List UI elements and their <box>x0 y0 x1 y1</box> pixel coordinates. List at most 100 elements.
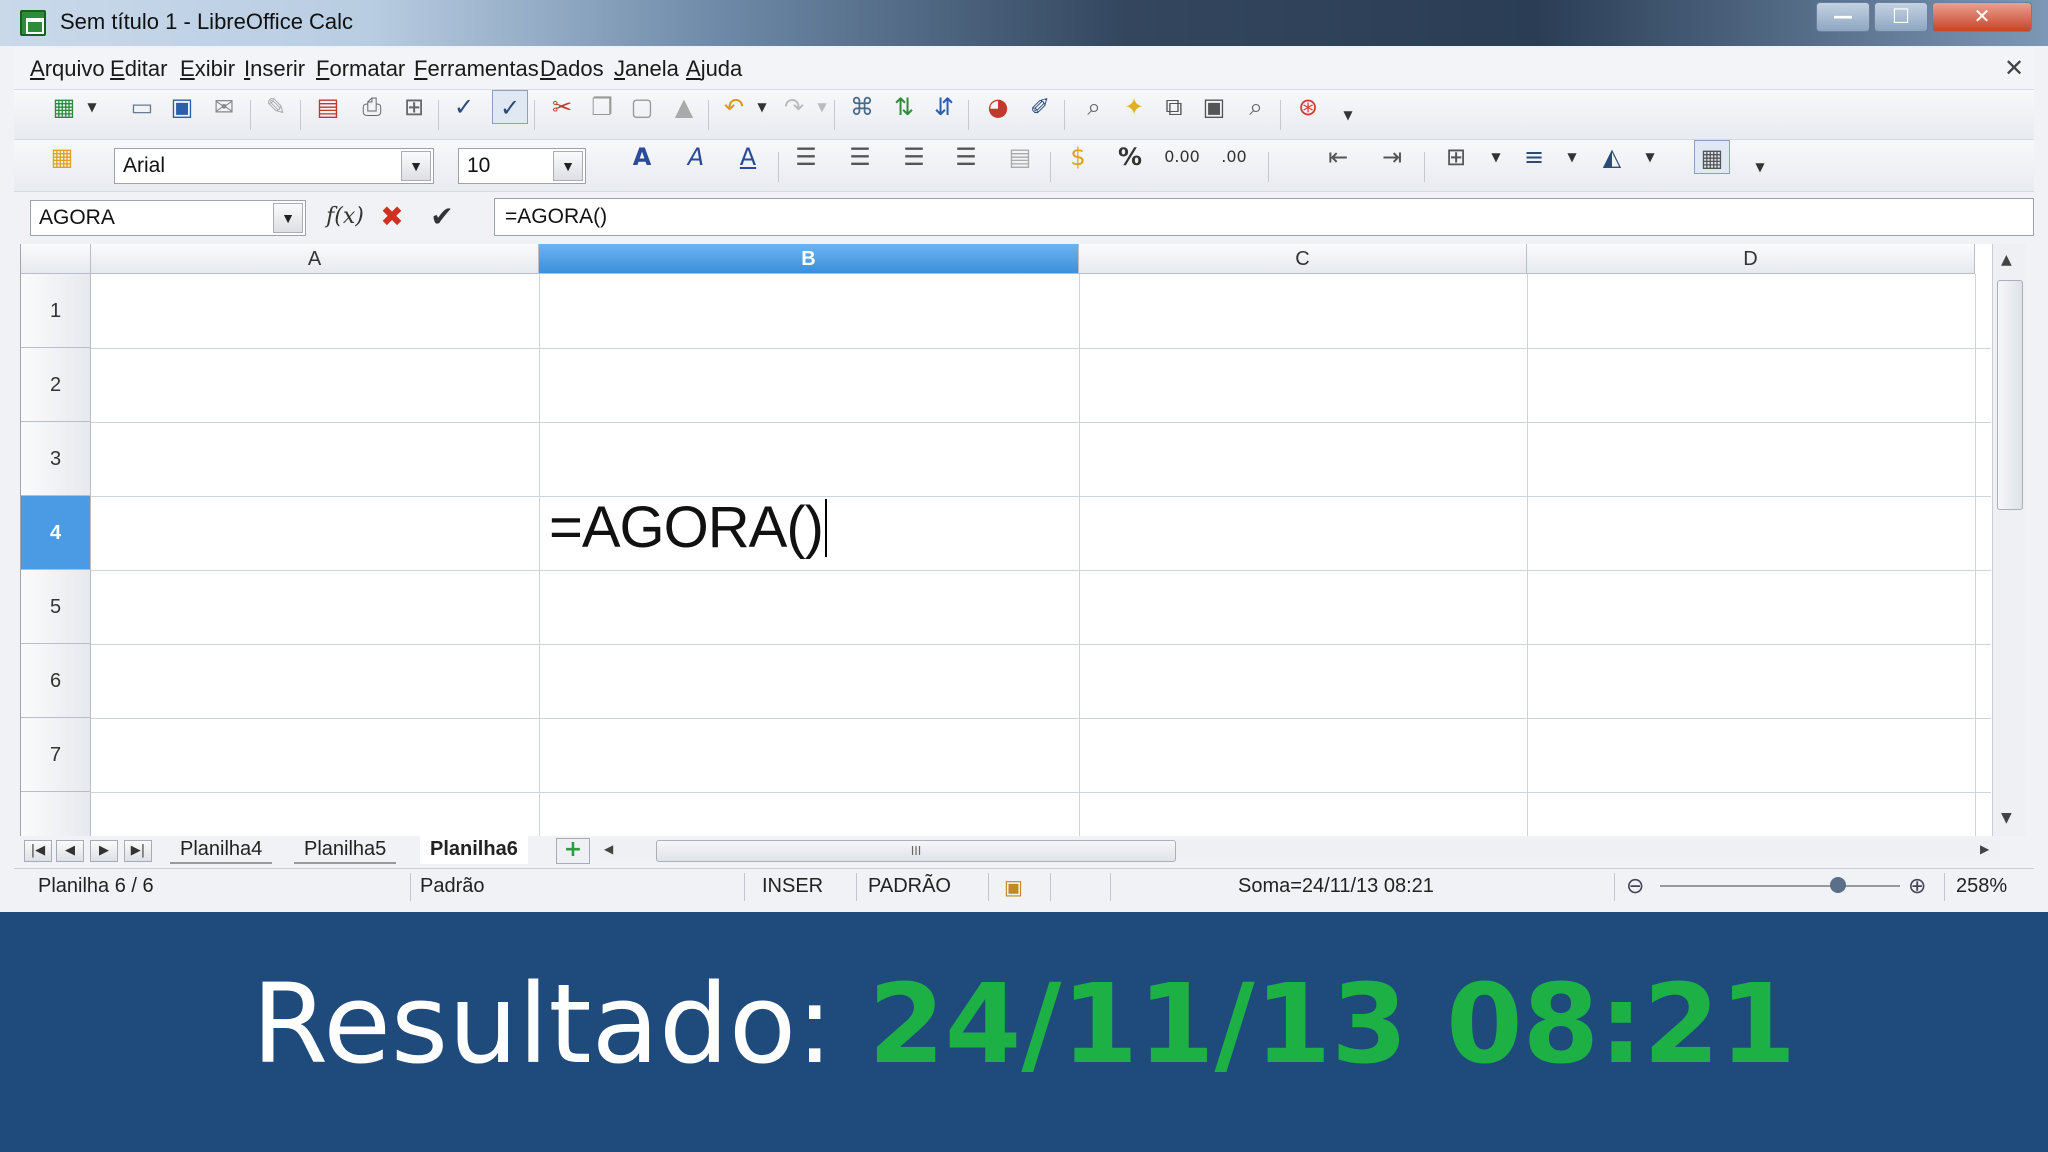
row-header-1[interactable]: 1 <box>21 274 91 348</box>
cut-icon[interactable]: ✂ <box>544 90 580 124</box>
sort-descending-icon[interactable]: ⇵ <box>926 90 962 124</box>
align-center-icon[interactable]: ☰ <box>842 140 878 174</box>
increase-indent-icon[interactable]: ⇥ <box>1374 140 1410 174</box>
decrease-indent-icon[interactable]: ⇤ <box>1320 140 1356 174</box>
styles-icon[interactable]: ▦ <box>44 140 80 174</box>
cell-b4-editor[interactable]: =AGORA() <box>549 494 827 561</box>
row-header-6[interactable]: 6 <box>21 644 91 718</box>
standard-format-icon[interactable]: 0.00 <box>1164 140 1200 174</box>
font-name-dropdown-icon[interactable]: ▼ <box>401 151 431 181</box>
next-sheet-icon[interactable]: ▶ <box>90 840 118 862</box>
column-header-a[interactable]: A <box>91 244 539 274</box>
vertical-scrollbar[interactable]: ▲ ▼ <box>1992 244 2026 836</box>
paste-icon[interactable]: ▢ <box>624 90 660 124</box>
hyperlink-icon[interactable]: ⌘ <box>844 90 880 124</box>
find-replace-icon[interactable]: ⌕ <box>1076 90 1112 124</box>
status-selection-mode[interactable]: PADRÃO <box>868 875 951 898</box>
align-left-icon[interactable]: ☰ <box>788 140 824 174</box>
sheet-tab-planilha6[interactable]: Planilha6 <box>420 836 528 864</box>
sort-ascending-icon[interactable]: ⇅ <box>886 90 922 124</box>
formatting-overflow-icon[interactable]: ▼ <box>1742 150 1778 184</box>
menu-exibir[interactable]: Exibir <box>180 56 235 82</box>
status-page-style[interactable]: Padrão <box>420 875 485 898</box>
help-icon[interactable]: ⊛ <box>1290 90 1326 124</box>
row-header-2[interactable]: 2 <box>21 348 91 422</box>
export-pdf-icon[interactable]: ▤ <box>310 90 346 124</box>
justify-icon[interactable]: ☰ <box>948 140 984 174</box>
vertical-scroll-thumb[interactable] <box>1997 280 2023 510</box>
gallery-icon[interactable]: ⧉ <box>1156 90 1192 124</box>
merge-cells-icon[interactable]: ▤ <box>1002 140 1038 174</box>
column-header-c[interactable]: C <box>1079 244 1527 274</box>
undo-dropdown-icon[interactable]: ▼ <box>744 90 780 124</box>
toggle-grid-icon[interactable]: ▦ <box>1694 140 1730 174</box>
borders-icon[interactable]: ⊞ <box>1438 140 1474 174</box>
currency-format-icon[interactable]: $ <box>1060 140 1096 174</box>
percent-format-icon[interactable]: % <box>1112 140 1148 174</box>
close-document-button[interactable]: ✕ <box>2004 54 2024 82</box>
zoom-level[interactable]: 258% <box>1956 875 2007 898</box>
scroll-up-icon[interactable]: ▲ <box>2001 252 2012 268</box>
name-box-dropdown-icon[interactable]: ▼ <box>273 203 303 233</box>
minimize-button[interactable]: — <box>1816 2 1870 32</box>
cancel-icon[interactable]: ✖ <box>374 200 410 234</box>
font-size-combo[interactable]: 10 ▼ <box>458 148 586 184</box>
align-right-icon[interactable]: ☰ <box>896 140 932 174</box>
menu-formatar[interactable]: Formatar <box>316 56 405 82</box>
borders-dropdown-icon[interactable]: ▼ <box>1478 140 1514 174</box>
row-header-4[interactable]: 4 <box>21 496 91 570</box>
zoom-icon[interactable]: ⌕ <box>1238 90 1274 124</box>
background-color-icon[interactable]: ◭ <box>1594 140 1630 174</box>
underline-icon[interactable]: A <box>730 140 766 174</box>
close-window-button[interactable]: ✕ <box>1932 2 2032 32</box>
menu-editar[interactable]: Editar <box>110 56 167 82</box>
zoom-in-icon[interactable]: ⊕ <box>1908 873 1926 899</box>
row-header-7[interactable]: 7 <box>21 718 91 792</box>
row-header-8[interactable]: 8 <box>21 792 91 838</box>
column-header-d[interactable]: D <box>1527 244 1975 274</box>
first-sheet-icon[interactable]: |◀ <box>24 840 52 862</box>
line-style-icon[interactable]: ≡ <box>1516 140 1552 174</box>
add-decimal-icon[interactable]: .00 <box>1216 140 1252 174</box>
scroll-left-icon[interactable]: ◀ <box>604 842 613 856</box>
menu-dados[interactable]: Dados <box>540 56 604 82</box>
add-sheet-icon[interactable]: + <box>556 838 590 864</box>
insert-chart-icon[interactable]: ◕ <box>980 90 1016 124</box>
font-name-combo[interactable]: Arial ▼ <box>114 148 434 184</box>
email-icon[interactable]: ✉ <box>206 90 242 124</box>
zoom-out-icon[interactable]: ⊖ <box>1626 873 1644 899</box>
zoom-slider-knob[interactable] <box>1830 877 1846 893</box>
select-all-corner[interactable] <box>21 244 91 274</box>
line-style-dropdown-icon[interactable]: ▼ <box>1554 140 1590 174</box>
copy-icon[interactable]: ❐ <box>584 90 620 124</box>
background-color-dropdown-icon[interactable]: ▼ <box>1632 140 1668 174</box>
edit-file-icon[interactable]: ✎ <box>258 90 294 124</box>
menu-janela[interactable]: Janela <box>614 56 679 82</box>
new-dropdown-icon[interactable]: ▼ <box>74 90 110 124</box>
name-box[interactable]: AGORA ▼ <box>30 200 306 236</box>
show-draw-functions-icon[interactable]: ✐ <box>1022 90 1058 124</box>
accept-icon[interactable]: ✔ <box>424 200 460 234</box>
menu-ferramentas[interactable]: Ferramentas <box>414 56 539 82</box>
scroll-right-icon[interactable]: ▶ <box>1980 842 1989 856</box>
function-wizard-icon[interactable]: f(x) <box>320 200 370 234</box>
font-size-dropdown-icon[interactable]: ▼ <box>553 151 583 181</box>
menu-ajuda[interactable]: Ajuda <box>686 56 742 82</box>
horizontal-scrollbar[interactable]: ◀ III ▶ <box>600 840 2000 862</box>
save-icon[interactable]: ▣ <box>164 90 200 124</box>
sheet-tab-planilha5[interactable]: Planilha5 <box>294 836 397 864</box>
horizontal-scroll-thumb[interactable]: III <box>656 840 1176 862</box>
clone-formatting-icon[interactable]: ▲ <box>666 90 702 124</box>
status-insert-mode[interactable]: INSER <box>762 875 823 898</box>
scroll-down-icon[interactable]: ▼ <box>2001 810 2012 826</box>
print-icon[interactable]: ⎙ <box>354 90 390 124</box>
toolbar-overflow-icon[interactable]: ▼ <box>1330 98 1366 132</box>
formula-input[interactable]: =AGORA() <box>494 198 2034 236</box>
spellcheck-icon[interactable]: ✓ <box>446 90 482 124</box>
maximize-button[interactable]: ☐ <box>1874 2 1928 32</box>
previous-sheet-icon[interactable]: ◀ <box>56 840 84 862</box>
bold-icon[interactable]: A <box>624 140 660 174</box>
menu-inserir[interactable]: Inserir <box>244 56 305 82</box>
sheet-tab-planilha4[interactable]: Planilha4 <box>170 836 273 864</box>
italic-icon[interactable]: A <box>678 140 714 174</box>
